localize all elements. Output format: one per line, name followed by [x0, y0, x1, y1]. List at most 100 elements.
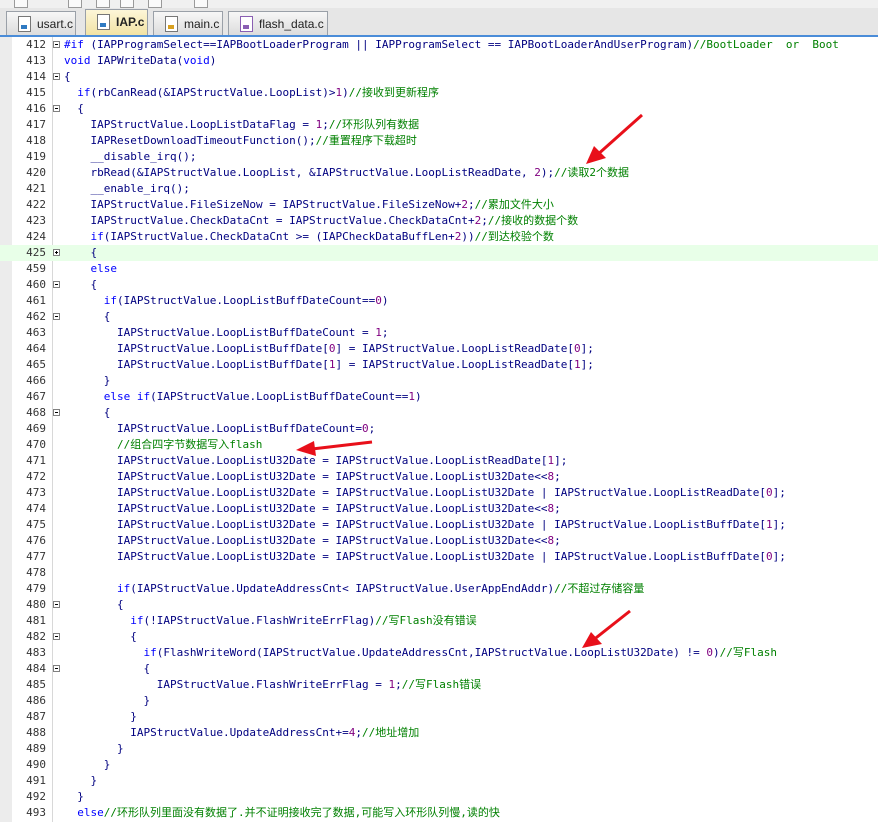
fold-collapse-icon[interactable] [53, 633, 60, 640]
line-number: 422 [26, 198, 46, 211]
code-text: { [64, 406, 111, 419]
code-line[interactable]: 468 { [0, 405, 878, 421]
code-text: { [64, 662, 151, 675]
code-line[interactable]: 469 IAPStructValue.LoopListBuffDateCount… [0, 421, 878, 437]
tab-flash-data-c[interactable]: flash_data.c [228, 11, 328, 35]
code-line[interactable]: 479 if(IAPStructValue.UpdateAddressCnt< … [0, 581, 878, 597]
code-line[interactable]: 488 IAPStructValue.UpdateAddressCnt+=4;/… [0, 725, 878, 741]
options-icon[interactable] [194, 0, 208, 8]
line-number: 475 [26, 518, 46, 531]
line-number: 493 [26, 806, 46, 819]
code-line[interactable]: 484 { [0, 661, 878, 677]
code-text: __enable_irq(); [64, 182, 190, 195]
line-number: 419 [26, 150, 46, 163]
code-line[interactable]: 459 else [0, 261, 878, 277]
fold-collapse-icon[interactable] [53, 665, 60, 672]
code-text: { [64, 102, 84, 115]
code-line[interactable]: 482 { [0, 629, 878, 645]
fold-expand-icon[interactable] [53, 249, 60, 256]
code-line[interactable]: 489 } [0, 741, 878, 757]
build-icon[interactable] [96, 0, 110, 8]
code-line[interactable]: 424 if(IAPStructValue.CheckDataCnt >= (I… [0, 229, 878, 245]
line-number: 483 [26, 646, 46, 659]
code-line[interactable]: 483 if(FlashWriteWord(IAPStructValue.Upd… [0, 645, 878, 661]
code-line[interactable]: 490 } [0, 757, 878, 773]
code-line[interactable]: 493 else//环形队列里面没有数据了.并不证明接收完了数据,可能写入环形队… [0, 805, 878, 821]
code-line[interactable]: 415 if(rbCanRead(&IAPStructValue.LoopLis… [0, 85, 878, 101]
fold-collapse-icon[interactable] [53, 41, 60, 48]
code-line[interactable]: 478 [0, 565, 878, 581]
line-number: 418 [26, 134, 46, 147]
debug-icon[interactable] [148, 0, 162, 8]
code-line[interactable]: 462 { [0, 309, 878, 325]
code-line[interactable]: 476 IAPStructValue.LoopListU32Date = IAP… [0, 533, 878, 549]
code-line[interactable]: 461 if(IAPStructValue.LoopListBuffDateCo… [0, 293, 878, 309]
line-number: 425 [26, 246, 46, 259]
tab-iap-c[interactable]: IAP.c [85, 9, 148, 35]
code-editor[interactable]: 412 #if (IAPProgramSelect==IAPBootLoaderP… [0, 37, 878, 822]
code-line[interactable]: 487 } [0, 709, 878, 725]
code-line[interactable]: 413 void IAPWriteData(void) [0, 53, 878, 69]
code-line[interactable]: 418 IAPResetDownloadTimeoutFunction();//… [0, 133, 878, 149]
fold-collapse-icon[interactable] [53, 409, 60, 416]
code-line[interactable]: 491 } [0, 773, 878, 789]
code-line[interactable]: 414 { [0, 69, 878, 85]
code-line[interactable]: 485 IAPStructValue.FlashWriteErrFlag = 1… [0, 677, 878, 693]
tab-label: usart.c [37, 17, 74, 31]
code-line[interactable]: 471 IAPStructValue.LoopListU32Date = IAP… [0, 453, 878, 469]
code-line[interactable]: 420 rbRead(&IAPStructValue.LoopList, &IA… [0, 165, 878, 181]
code-line[interactable]: 492 } [0, 789, 878, 805]
fold-collapse-icon[interactable] [53, 73, 60, 80]
line-number: 477 [26, 550, 46, 563]
line-number: 491 [26, 774, 46, 787]
code-line[interactable]: 460 { [0, 277, 878, 293]
code-line[interactable]: 425 { [0, 245, 878, 261]
code-text: } [64, 374, 111, 387]
fold-collapse-icon[interactable] [53, 281, 60, 288]
fold-collapse-icon[interactable] [53, 601, 60, 608]
code-line[interactable]: 423 IAPStructValue.CheckDataCnt = IAPStr… [0, 213, 878, 229]
new-file-icon[interactable] [14, 0, 28, 8]
line-number: 459 [26, 262, 46, 275]
code-line[interactable]: 472 IAPStructValue.LoopListU32Date = IAP… [0, 469, 878, 485]
code-line[interactable]: 466 } [0, 373, 878, 389]
code-line[interactable]: 416 { [0, 101, 878, 117]
code-line[interactable]: 467 else if(IAPStructValue.LoopListBuffD… [0, 389, 878, 405]
code-text: IAPResetDownloadTimeoutFunction();//重置程序… [64, 134, 417, 147]
code-line[interactable]: 421 __enable_irq(); [0, 181, 878, 197]
line-number: 424 [26, 230, 46, 243]
code-line[interactable]: 465 IAPStructValue.LoopListBuffDate[1] =… [0, 357, 878, 373]
code-line[interactable]: 464 IAPStructValue.LoopListBuffDate[0] =… [0, 341, 878, 357]
code-line[interactable]: 477 IAPStructValue.LoopListU32Date = IAP… [0, 549, 878, 565]
line-number: 467 [26, 390, 46, 403]
code-line[interactable]: 480 { [0, 597, 878, 613]
save-icon[interactable] [68, 0, 82, 8]
code-line[interactable]: 412 #if (IAPProgramSelect==IAPBootLoaderP… [0, 37, 878, 53]
code-line[interactable]: 475 IAPStructValue.LoopListU32Date = IAP… [0, 517, 878, 533]
code-text: else if(IAPStructValue.LoopListBuffDateC… [103, 390, 422, 403]
code-line[interactable]: 474 IAPStructValue.LoopListU32Date = IAP… [0, 501, 878, 517]
download-icon[interactable] [120, 0, 134, 8]
annotation-arrow [582, 609, 631, 648]
code-line[interactable]: 473 IAPStructValue.LoopListU32Date = IAP… [0, 485, 878, 501]
line-number: 462 [26, 310, 46, 323]
code-line[interactable]: 463 IAPStructValue.LoopListBuffDateCount… [0, 325, 878, 341]
code-text: { [64, 310, 111, 323]
fold-collapse-icon[interactable] [53, 105, 60, 112]
code-line[interactable]: 422 IAPStructValue.FileSizeNow = IAPStru… [0, 197, 878, 213]
code-line[interactable]: 470 //组合四字节数据写入flash [0, 437, 878, 453]
line-number: 461 [26, 294, 46, 307]
code-line[interactable]: 481 if(!IAPStructValue.FlashWriteErrFlag… [0, 613, 878, 629]
code-line[interactable]: 419 __disable_irq(); [0, 149, 878, 165]
line-number: 488 [26, 726, 46, 739]
code-line[interactable]: 417 IAPStructValue.LoopListDataFlag = 1;… [0, 117, 878, 133]
tab-bar: usart.c IAP.c main.c flash_data.c [0, 8, 878, 37]
code-line[interactable]: 486 } [0, 693, 878, 709]
code-text: IAPStructValue.LoopListBuffDate[0] = IAP… [64, 342, 594, 355]
fold-collapse-icon[interactable] [53, 313, 60, 320]
tab-main-c[interactable]: main.c [153, 11, 223, 35]
code-text: IAPStructValue.LoopListDataFlag = 1;//环形… [64, 118, 420, 131]
line-number: 482 [26, 630, 46, 643]
c-file-icon [18, 16, 31, 32]
tab-usart-c[interactable]: usart.c [6, 11, 76, 35]
